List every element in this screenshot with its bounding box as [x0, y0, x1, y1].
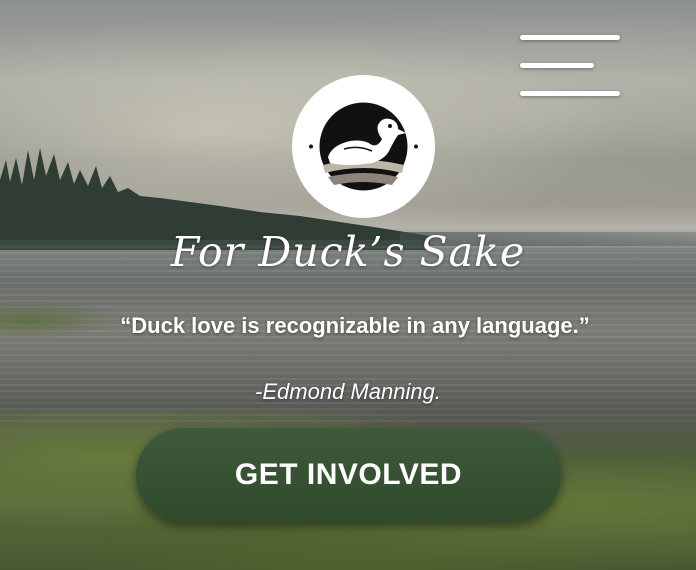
hero-quote: “Duck love is recognizable in any langua… — [120, 313, 590, 338]
menu-bar-top — [520, 35, 620, 40]
menu-bar-bottom — [520, 91, 620, 96]
quote-author: -Edmond Manning. — [255, 379, 441, 404]
site-title: For Duck’s Sake — [170, 228, 526, 276]
get-involved-button[interactable]: GET INVOLVED — [136, 428, 561, 522]
grassy-bank — [0, 300, 130, 340]
menu-bar-middle — [520, 63, 594, 68]
duck-logo-icon[interactable] — [292, 75, 435, 218]
duck-logo-mark — [309, 102, 418, 191]
hero-section: For Duck’s Sake “Duck love is recognizab… — [0, 0, 696, 570]
hamburger-menu-icon[interactable] — [516, 30, 624, 102]
